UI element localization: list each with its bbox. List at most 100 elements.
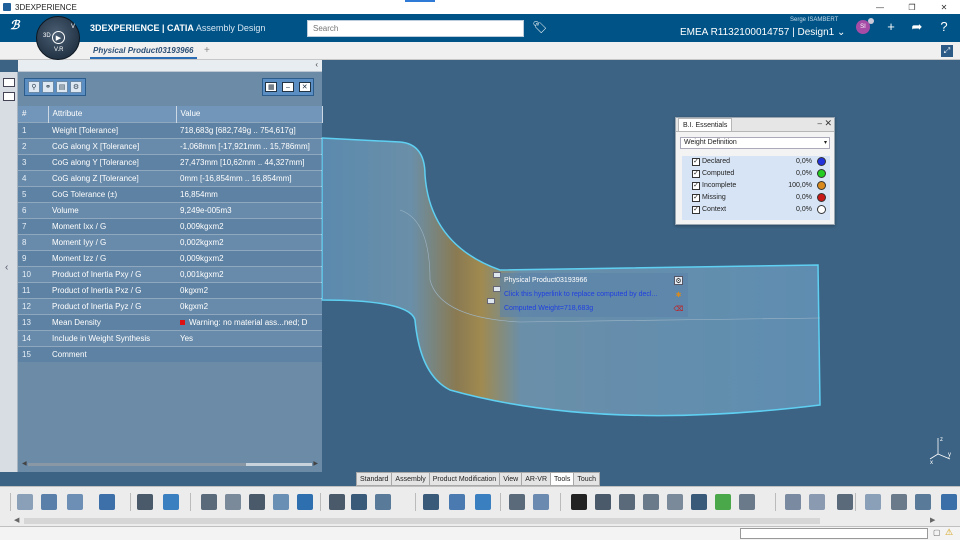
star-icon[interactable] xyxy=(297,494,313,510)
table-row[interactable]: 2 CoG along X [Tolerance] -1,068mm [-17,92… xyxy=(18,137,322,154)
cut-icon[interactable] xyxy=(17,494,33,510)
table-row[interactable]: 9 Moment Izz / G 0,009kgxm2 xyxy=(18,249,322,266)
share-icon[interactable]: ➦ xyxy=(909,19,925,35)
compass[interactable]: 3D ▶ V V.R xyxy=(36,16,80,60)
scroll-thumb[interactable] xyxy=(28,463,246,466)
attribute-value[interactable]: -1,068mm [-17,921mm .. 15,786mm] xyxy=(176,137,322,154)
attribute-value[interactable] xyxy=(176,345,322,362)
car-icon[interactable] xyxy=(201,494,217,510)
tab-ar-vr[interactable]: AR-VR xyxy=(521,472,551,486)
export-icon[interactable]: ▤ xyxy=(56,81,68,93)
table-row[interactable]: 8 Moment Iyy / G 0,002kgxm2 xyxy=(18,233,322,250)
collapse-panel-icon[interactable]: ‹ xyxy=(315,60,318,69)
checkbox[interactable]: ✓ xyxy=(692,194,700,202)
replace-computed-link[interactable]: Click this hyperlink to replace computed… xyxy=(504,291,657,298)
copy-icon[interactable] xyxy=(41,494,57,510)
tab-standard[interactable]: Standard xyxy=(356,472,392,486)
attribute-value[interactable]: 0,009kgxm2 xyxy=(176,217,322,234)
table-icon[interactable] xyxy=(249,494,265,510)
table-row[interactable]: 11 Product of Inertia Pxz / G 0kgxm2 xyxy=(18,281,322,298)
expand-left-icon[interactable]: ‹ xyxy=(5,262,8,273)
minimize-icon[interactable]: — xyxy=(864,0,896,14)
attribute-value[interactable]: 0kgxm2 xyxy=(176,297,322,314)
attribute-value[interactable]: 0kgxm2 xyxy=(176,281,322,298)
cube-grid-icon[interactable] xyxy=(533,494,549,510)
table-row[interactable]: 10 Product of Inertia Pxy / G 0,001kgxm2 xyxy=(18,265,322,282)
action-bar-scrollbar[interactable]: ◀ ▶ xyxy=(0,516,960,526)
close-icon[interactable]: ✕ xyxy=(928,0,960,14)
bi-view-select[interactable]: Weight Definition ▾ xyxy=(680,137,830,149)
link-icon[interactable]: ⚲ xyxy=(28,81,40,93)
checkbox[interactable]: ✓ xyxy=(692,206,700,214)
table-row[interactable]: 13 Mean Density Warning: no material ass..… xyxy=(18,313,322,330)
table-row[interactable]: 14 Include in Weight Synthesis Yes xyxy=(18,329,322,346)
attribute-value[interactable]: 16,854mm xyxy=(176,185,322,202)
help-icon[interactable]: ? xyxy=(936,19,952,34)
zoom-icon[interactable] xyxy=(137,494,153,510)
bi-legend-row[interactable]: ✓ Missing 0,0% xyxy=(682,192,830,204)
spreadsheet-icon[interactable] xyxy=(619,494,635,510)
tenant-selector[interactable]: EMEA R1132100014757 | Design1 ⌄ xyxy=(680,27,845,38)
search-input[interactable] xyxy=(307,20,524,37)
attribute-value[interactable]: 0,009kgxm2 xyxy=(176,249,322,266)
formula-icon[interactable] xyxy=(595,494,611,510)
play-icon[interactable]: ▶ xyxy=(52,31,65,44)
attribute-value[interactable]: 0mm [-16,854mm .. 16,854mm] xyxy=(176,169,322,186)
database-icon[interactable] xyxy=(739,494,755,510)
minimize-icon[interactable]: – xyxy=(818,119,822,128)
eraser-icon[interactable] xyxy=(865,494,881,510)
bi-legend-row[interactable]: ✓ Context 0,0% xyxy=(682,204,830,216)
structure-icon[interactable] xyxy=(423,494,439,510)
fullscreen-icon[interactable]: ⤢ xyxy=(941,45,953,57)
checkbox[interactable]: ✓ xyxy=(692,158,700,166)
analysis-icon[interactable] xyxy=(667,494,683,510)
warning-icon[interactable]: ⚠ xyxy=(945,527,953,538)
attribute-value[interactable]: 27,473mm [10,62mm .. 44,327mm] xyxy=(176,153,322,170)
bi-legend-row[interactable]: ✓ Incomplete 100,0% xyxy=(682,180,830,192)
scroll-right-icon[interactable]: ▶ xyxy=(313,460,318,467)
table-view-icon[interactable]: ▦ xyxy=(265,82,278,92)
scroll-left-icon[interactable]: ◀ xyxy=(14,516,19,524)
callout-settings-icon[interactable]: ⚙ xyxy=(674,276,683,285)
refresh-icon[interactable] xyxy=(163,494,179,510)
attribute-value[interactable]: 9,249e-005m3 xyxy=(176,201,322,218)
panel-horizontal-scrollbar[interactable]: ◀ ▶ xyxy=(22,460,318,468)
tree-toggle-icon[interactable] xyxy=(3,78,15,87)
panel-toggle-icon[interactable] xyxy=(3,92,15,101)
table-row[interactable]: 1 Weight [Tolerance] 718,683g [682,749g ..… xyxy=(18,121,322,138)
close-icon[interactable]: ✕ xyxy=(824,118,832,129)
tab-assembly[interactable]: Assembly xyxy=(391,472,429,486)
gauge-icon[interactable] xyxy=(715,494,731,510)
tab-view[interactable]: View xyxy=(499,472,522,486)
properties-icon[interactable] xyxy=(225,494,241,510)
table-row[interactable]: 3 CoG along Y [Tolerance] 27,473mm [10,62m… xyxy=(18,153,322,170)
bi-essentials-tab[interactable]: B.I. Essentials xyxy=(678,118,733,131)
settings-icon[interactable]: ⚙ xyxy=(70,81,82,93)
maximize-icon[interactable]: ❐ xyxy=(896,0,928,14)
attribute-value[interactable]: Yes xyxy=(176,329,322,346)
checkbox[interactable]: ✓ xyxy=(692,182,700,190)
computed-weight-link[interactable]: Computed Weight=718,683g xyxy=(504,305,593,312)
cube-icon[interactable] xyxy=(449,494,465,510)
assembly-icon[interactable] xyxy=(375,494,391,510)
add-icon[interactable]: + xyxy=(883,19,899,34)
paste-icon[interactable] xyxy=(67,494,83,510)
column-header-attribute[interactable]: Attribute xyxy=(48,106,177,122)
tag-icon[interactable]: 🏷 xyxy=(532,20,548,36)
scroll-right-icon[interactable]: ▶ xyxy=(930,516,935,524)
column-header-number[interactable]: # xyxy=(18,106,49,122)
bi-legend-row[interactable]: ✓ Declared 0,0% xyxy=(682,156,830,168)
table-row[interactable]: 15 Comment xyxy=(18,345,322,362)
attribute-value[interactable]: Warning: no material ass...ned; D xyxy=(176,313,322,330)
attribute-value[interactable]: 0,002kgxm2 xyxy=(176,233,322,250)
command-input[interactable] xyxy=(740,528,928,539)
attribute-value[interactable]: 0,001kgxm2 xyxy=(176,265,322,282)
tree-edit-icon[interactable] xyxy=(509,494,525,510)
bi-legend-row[interactable]: ✓ Computed 0,0% xyxy=(682,168,830,180)
close-panel-icon[interactable]: ✕ xyxy=(298,82,311,92)
clear-input-icon[interactable]: ▢ xyxy=(933,528,941,537)
column-header-value[interactable]: Value xyxy=(176,106,323,122)
capsule-icon[interactable] xyxy=(809,494,825,510)
fx-icon[interactable] xyxy=(571,494,587,510)
render-icon[interactable] xyxy=(891,494,907,510)
